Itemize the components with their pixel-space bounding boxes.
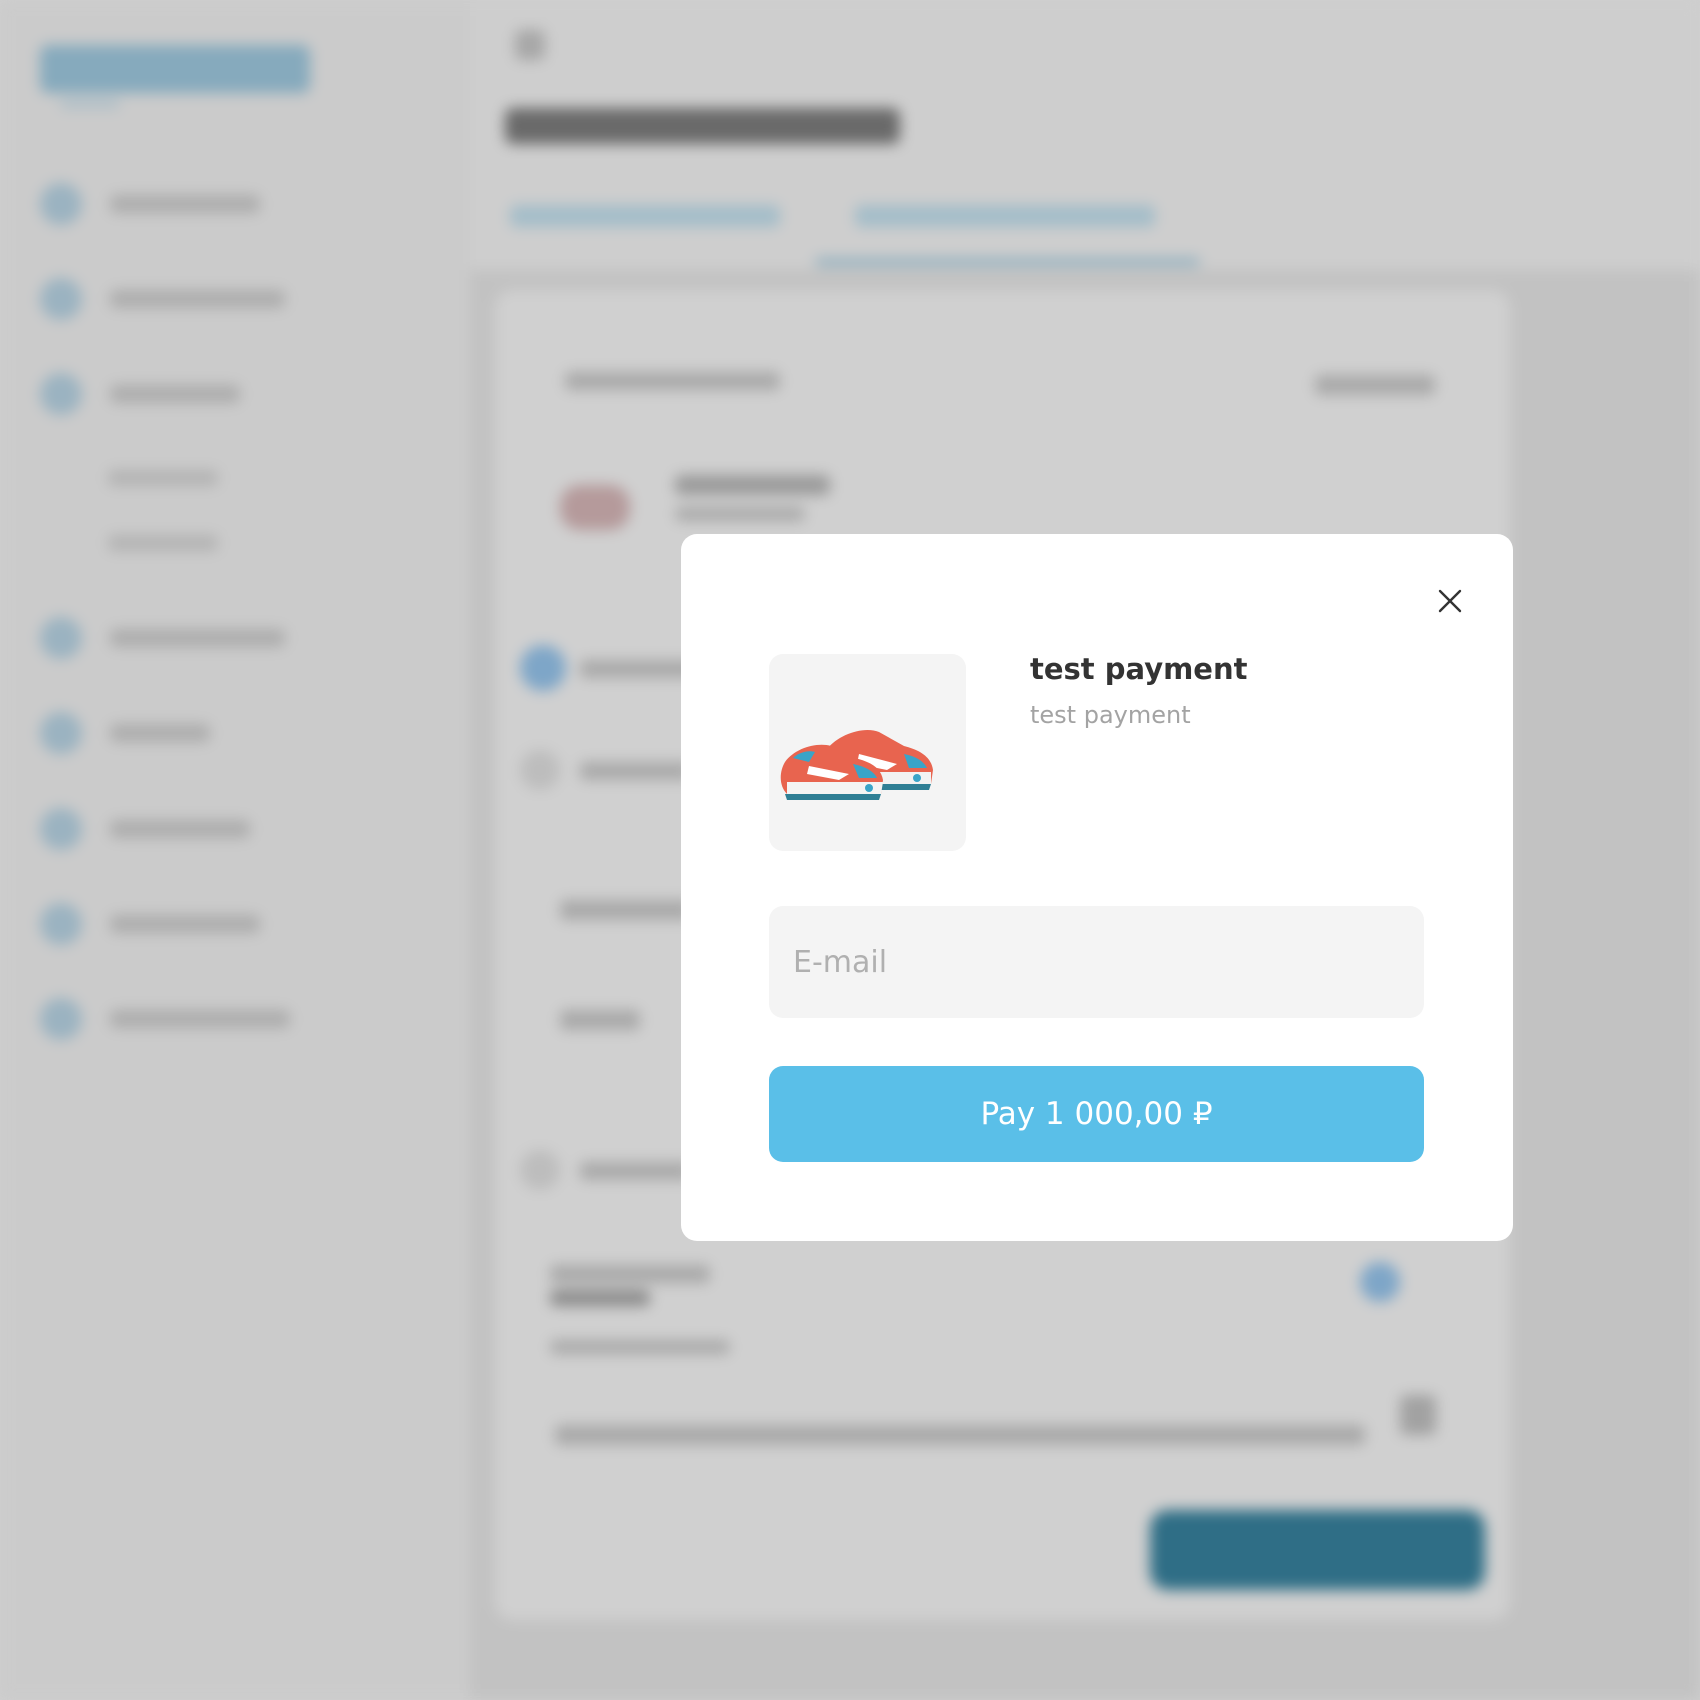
product-title: test payment (1030, 652, 1248, 686)
field-label (560, 900, 690, 920)
sidebar-item-label (110, 385, 240, 403)
product-meta (675, 507, 805, 521)
logo-subtitle (60, 100, 120, 108)
sidebar-item[interactable] (40, 278, 300, 320)
sidebar-item[interactable] (40, 183, 300, 225)
nav-icon (40, 373, 82, 415)
email-field[interactable] (769, 906, 1424, 1018)
option-label (580, 762, 690, 780)
field-label (560, 1010, 640, 1030)
sidebar-subitem[interactable] (108, 535, 218, 551)
setting-hint (550, 1340, 730, 1354)
product-name (675, 475, 830, 495)
text-field[interactable] (555, 1425, 1365, 1445)
nav-icon (40, 617, 82, 659)
product-description: test payment (1030, 701, 1191, 729)
sidebar (0, 0, 470, 1700)
page-title (505, 108, 900, 144)
product-image (769, 654, 966, 851)
sidebar-subitem[interactable] (108, 470, 218, 486)
tab[interactable] (510, 205, 780, 227)
nav-icon (40, 998, 82, 1040)
sidebar-item[interactable] (40, 373, 300, 415)
close-icon (1438, 589, 1462, 613)
sidebar-item[interactable] (40, 903, 300, 945)
sidebar-item-label (110, 290, 285, 308)
save-button[interactable] (1150, 1510, 1485, 1590)
sidebar-item[interactable] (40, 617, 300, 659)
sidebar-item-label (110, 915, 260, 933)
active-tab-indicator (815, 258, 1200, 266)
nav-icon (40, 183, 82, 225)
nav-icon (40, 808, 82, 850)
back-icon[interactable] (515, 30, 545, 60)
sidebar-item[interactable] (40, 808, 300, 850)
nav-icon (40, 903, 82, 945)
sidebar-item[interactable] (40, 998, 300, 1040)
sneakers-image (780, 729, 933, 800)
sidebar-item-label (110, 820, 250, 838)
setting-label (550, 1265, 710, 1283)
nav-icon (40, 712, 82, 754)
radio-selected[interactable] (520, 645, 566, 691)
sidebar-item-label (110, 1010, 290, 1028)
radio[interactable] (520, 750, 560, 790)
product-thumbnail (560, 485, 630, 530)
card-heading (565, 372, 780, 390)
sidebar-item-label (110, 724, 210, 742)
nav-icon (40, 278, 82, 320)
radio[interactable] (520, 1150, 560, 1190)
sidebar-item[interactable] (40, 712, 300, 754)
logo (40, 45, 310, 93)
pay-button[interactable]: Pay 1 000,00 ₽ (769, 1066, 1424, 1162)
sidebar-item-label (110, 195, 260, 213)
setting-value (550, 1290, 650, 1306)
close-button[interactable] (1427, 578, 1473, 624)
option-label (580, 1162, 690, 1180)
copy-icon[interactable] (1400, 1395, 1436, 1435)
tab[interactable] (855, 205, 1155, 227)
toggle[interactable] (1360, 1262, 1400, 1302)
card-action[interactable] (1315, 375, 1435, 395)
sidebar-item-label (110, 629, 285, 647)
